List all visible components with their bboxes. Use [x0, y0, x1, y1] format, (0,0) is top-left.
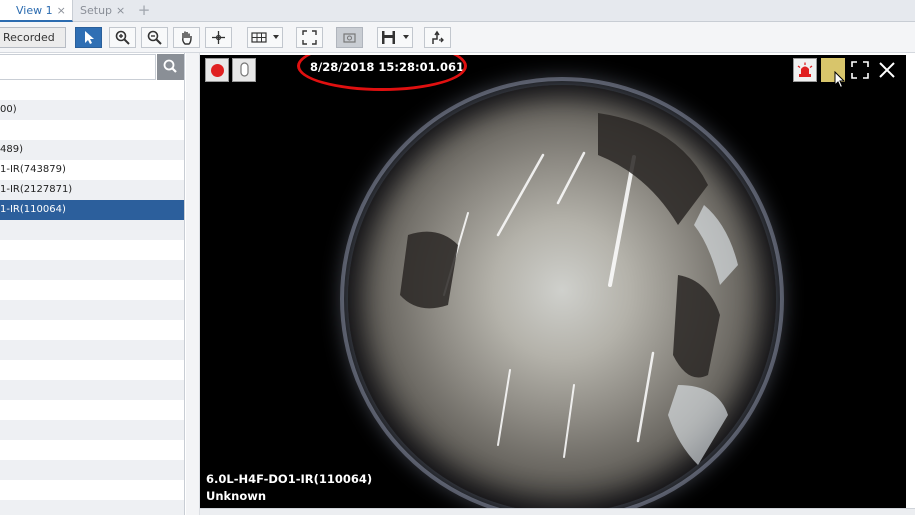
mouse-cursor-icon — [834, 70, 846, 93]
camera-status-label: Unknown — [206, 489, 267, 503]
camera-name-label: 6.0L-H4F-DO1-IR(110064) — [206, 472, 373, 486]
list-item[interactable] — [0, 280, 184, 300]
fullscreen-icon[interactable] — [296, 27, 323, 48]
panel-splitter[interactable] — [186, 53, 200, 515]
camera-list: 00) 489) 1-IR(743879) 1-IR(2127871) 1-IR(110… — [0, 100, 184, 515]
move-icon[interactable] — [205, 27, 232, 48]
list-item[interactable] — [0, 480, 184, 500]
select-pointer-icon[interactable] — [75, 27, 102, 48]
list-item[interactable] — [0, 380, 184, 400]
tab-view-1[interactable]: View 1 × — [0, 0, 73, 22]
chevron-down-icon — [273, 35, 279, 39]
recorded-button[interactable]: Recorded — [0, 27, 66, 48]
list-item[interactable] — [0, 340, 184, 360]
list-item[interactable]: 1-IR(110064) — [0, 200, 184, 220]
snapshot-icon[interactable] — [336, 27, 363, 48]
list-item[interactable]: 00) — [0, 100, 184, 120]
zoom-out-icon[interactable] — [141, 27, 168, 48]
export-icon[interactable] — [424, 27, 451, 48]
list-item[interactable] — [0, 440, 184, 460]
video-view[interactable]: 8/28/2018 15:28:01.061 6.0L-H4F-DO1-IR(1… — [200, 55, 906, 508]
alarm-icon — [797, 62, 813, 77]
record-icon — [211, 64, 224, 77]
list-item[interactable]: 1-IR(743879) — [0, 160, 184, 180]
list-item[interactable] — [0, 120, 184, 140]
toolbar: Recorded — [0, 22, 915, 53]
tab-label: View 1 — [16, 4, 53, 17]
zoom-in-icon[interactable] — [109, 27, 136, 48]
list-item[interactable] — [0, 400, 184, 420]
microphone-icon — [240, 62, 249, 77]
tab-setup[interactable]: Setup × — [64, 0, 131, 22]
microphone-button[interactable] — [232, 58, 256, 82]
list-item[interactable] — [0, 240, 184, 260]
alarm-button[interactable] — [793, 58, 817, 82]
fisheye-video-image — [348, 85, 776, 508]
maximize-icon[interactable] — [848, 58, 872, 82]
record-button[interactable] — [205, 58, 229, 82]
pan-hand-icon[interactable] — [173, 27, 200, 48]
chevron-down-icon — [403, 35, 409, 39]
list-item[interactable] — [0, 220, 184, 240]
tab-label: Setup — [80, 4, 113, 17]
tab-close-icon[interactable]: × — [116, 4, 125, 17]
close-icon[interactable] — [875, 58, 899, 82]
search-input[interactable] — [0, 54, 156, 80]
list-item[interactable] — [0, 300, 184, 320]
add-tab-icon[interactable]: + — [136, 0, 152, 22]
tab-bar: View 1 × Setup × + — [0, 0, 915, 22]
list-item[interactable] — [0, 420, 184, 440]
save-dropdown[interactable] — [377, 27, 413, 48]
bottom-strip — [200, 508, 915, 515]
layout-dropdown[interactable] — [247, 27, 283, 48]
list-item[interactable]: 489) — [0, 140, 184, 160]
list-item[interactable] — [0, 260, 184, 280]
camera-list-panel: 00) 489) 1-IR(743879) 1-IR(2127871) 1-IR(110… — [0, 53, 185, 515]
list-item[interactable] — [0, 500, 184, 515]
list-item[interactable]: 1-IR(2127871) — [0, 180, 184, 200]
list-item[interactable] — [0, 320, 184, 340]
list-item[interactable] — [0, 460, 184, 480]
search-icon[interactable] — [157, 54, 184, 80]
list-item[interactable] — [0, 360, 184, 380]
